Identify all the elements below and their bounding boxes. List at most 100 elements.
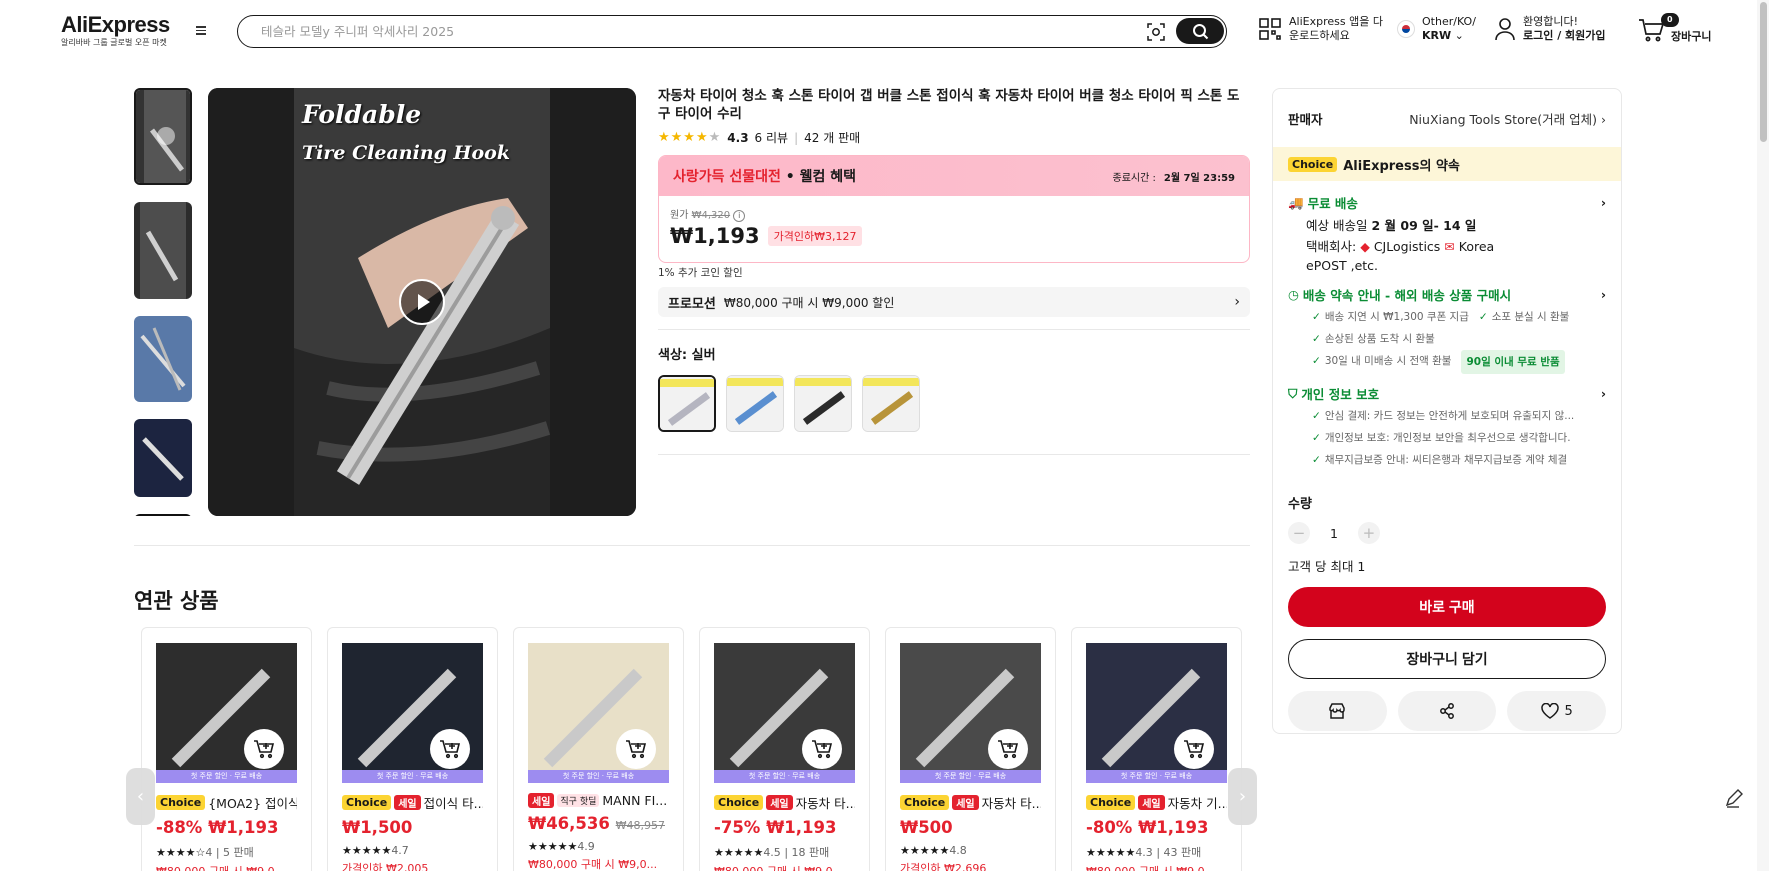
page-scrollbar[interactable]: [1757, 0, 1769, 871]
cart-link[interactable]: 0 장바구니: [1638, 13, 1711, 44]
thumbnail-5[interactable]: [134, 514, 192, 516]
add-to-cart-icon[interactable]: [430, 729, 470, 769]
deal-badge: 직구 핫딜: [557, 794, 600, 807]
product-price: ₩1,193: [766, 818, 837, 837]
carousel-prev-button[interactable]: ‹: [126, 768, 155, 825]
product-stars: ★★★★★: [900, 844, 950, 857]
shipping-title: 무료 배송: [1307, 196, 1358, 211]
color-swatch-2[interactable]: [726, 375, 784, 432]
product-stars: ★★★★☆: [156, 846, 206, 859]
store-button[interactable]: [1288, 691, 1387, 731]
locale-line-1: Other/KO/: [1422, 15, 1476, 28]
product-title: 자동차 타이어 청소 훅 스톤 타이어 갭 버클 스톤 접이식 훅 자동차 타이…: [658, 88, 1240, 122]
cart-count-badge: 0: [1661, 13, 1679, 27]
seller-label: 판매자: [1288, 111, 1323, 127]
sale-badge: 세일: [766, 795, 793, 810]
product-card[interactable]: 첫 주문 할인 · 무료 배송 Choice 세일 접이식 타... ₩1,500 ★★…: [327, 627, 498, 871]
image-search-icon[interactable]: [1146, 22, 1166, 42]
product-name-row: Choice 세일 자동차 기...: [1086, 793, 1227, 812]
product-strip: 첫 주문 할인 · 무료 배송: [528, 770, 669, 783]
shipping-section[interactable]: 🚚 무료 배송 › 예상 배송일 2 월 09 일- 14 일 택배회사: ◆ CJ…: [1273, 193, 1621, 275]
promotion-row[interactable]: 프로모션 ₩80,000 구매 시 ₩9,000 할인 ›: [658, 287, 1250, 317]
promo-brand: 사랑가득 선물대전: [673, 169, 781, 185]
product-thumbnail[interactable]: 첫 주문 할인 · 무료 배송: [1086, 643, 1227, 783]
swatch-image: [660, 377, 714, 430]
privacy-3: 채무지급보증 안내: 씨티은행과 채무지급보증 계약 체결: [1324, 454, 1568, 466]
product-card[interactable]: 첫 주문 할인 · 무료 배송 Choice{MOA2} 접이식... -88% ₩…: [141, 627, 312, 871]
thumbnail-3[interactable]: [134, 316, 192, 402]
product-thumbnail[interactable]: 첫 주문 할인 · 무료 배송: [156, 643, 297, 783]
color-swatch-4[interactable]: [862, 375, 920, 432]
product-original-price: ₩48,957: [615, 819, 665, 832]
coin-discount-note: 1% 추가 코인 할인: [658, 267, 743, 279]
chevron-right-icon: ›: [1238, 786, 1247, 807]
wishlist-button[interactable]: 5: [1507, 691, 1607, 731]
add-to-cart-button[interactable]: 장바구니 담기: [1288, 639, 1606, 679]
guarantee-2: 소포 분실 시 환불: [1491, 311, 1570, 323]
add-to-cart-icon[interactable]: [988, 729, 1028, 769]
product-name: 자동차 기...: [1167, 796, 1227, 811]
aliexpress-logo[interactable]: AliExpress 알리바바 그룹 글로벌 오픈 마켓: [61, 12, 170, 48]
product-price-row: ₩500: [900, 818, 1041, 837]
sold-count: 42 개 판매: [804, 131, 861, 145]
decrement-button[interactable]: −: [1288, 522, 1310, 544]
product-rating: 4.9: [577, 840, 595, 853]
edit-icon[interactable]: [1719, 785, 1747, 813]
max-quantity-note: 고객 당 최대 1: [1288, 559, 1366, 574]
logo-text: AliExpress: [61, 12, 170, 37]
play-button[interactable]: [399, 279, 445, 325]
search-input[interactable]: [261, 24, 1111, 39]
product-card[interactable]: 첫 주문 할인 · 무료 배송 Choice 세일 자동차 타... -75% ₩1,1…: [699, 627, 870, 871]
share-button[interactable]: [1397, 691, 1497, 731]
color-swatch-3[interactable]: [794, 375, 852, 432]
review-count[interactable]: 6 리뷰: [755, 129, 789, 146]
share-icon: [1440, 703, 1454, 719]
product-thumbnail[interactable]: 첫 주문 할인 · 무료 배송: [528, 643, 669, 783]
add-to-cart-icon[interactable]: [802, 729, 842, 769]
product-card[interactable]: 첫 주문 할인 · 무료 배송 세일 직구 핫딜 MANN FI... ₩46,536 …: [513, 627, 684, 871]
app-line-2: 운로드하세요: [1289, 29, 1350, 42]
product-thumbnail[interactable]: 첫 주문 할인 · 무료 배송: [714, 643, 855, 783]
product-stars: ★★★★★: [528, 840, 578, 853]
product-card[interactable]: 첫 주문 할인 · 무료 배송 Choice 세일 자동차 기... -80% ₩1,1…: [1071, 627, 1242, 871]
account-menu[interactable]: 환영합니다! 로그인 / 회원가입: [1494, 15, 1606, 43]
seller-row[interactable]: 판매자 NiuXiang Tools Store(거래 업체) ›: [1273, 89, 1621, 147]
info-icon[interactable]: i: [733, 210, 746, 222]
guarantee-1: 배송 지연 시 ₩1,300 쿠폰 지급: [1324, 311, 1469, 323]
product-thumbnail[interactable]: 첫 주문 할인 · 무료 배송: [342, 643, 483, 783]
search-button[interactable]: [1176, 18, 1224, 44]
product-stars: ★★★★★: [342, 844, 392, 857]
locale-selector[interactable]: Other/KO/KRW ⌄: [1397, 15, 1476, 43]
thumbnail-1[interactable]: [134, 88, 192, 185]
sale-badge: 세일: [1138, 795, 1165, 810]
privacy-section[interactable]: ⛉ 개인 정보 보호 › ✓ 안심 결제: 카드 정보는 안전하게 보호되며 유출되지…: [1273, 384, 1621, 471]
add-to-cart-icon[interactable]: [1174, 729, 1214, 769]
product-thumbnail[interactable]: 첫 주문 할인 · 무료 배송: [900, 643, 1041, 783]
scrollbar-thumb[interactable]: [1760, 2, 1767, 142]
increment-button[interactable]: +: [1357, 522, 1380, 544]
login-link[interactable]: 로그인 / 회원가입: [1523, 29, 1606, 42]
thumbnail-2[interactable]: [134, 202, 192, 299]
buy-now-button[interactable]: 바로 구매: [1288, 587, 1606, 627]
hamburger-menu-icon[interactable]: [193, 24, 209, 38]
add-to-cart-icon[interactable]: [616, 729, 656, 769]
thumbnail-image: [134, 202, 192, 299]
download-app-link[interactable]: AliExpress 앱을 다 운로드하세요: [1258, 15, 1383, 43]
product-price-row: ₩1,500: [342, 818, 483, 837]
color-swatch-1[interactable]: [658, 375, 716, 432]
product-name-row: 세일 직구 핫딜 MANN FI...: [528, 793, 669, 808]
thumbnail-4[interactable]: [134, 419, 192, 497]
add-to-cart-icon[interactable]: [244, 729, 284, 769]
search-icon: [1192, 23, 1208, 39]
main-product-video[interactable]: Foldable Tire Cleaning Hook: [208, 88, 636, 516]
carousel-next-button[interactable]: ›: [1228, 768, 1257, 825]
choice-badge: Choice: [1288, 156, 1338, 172]
promo-suffix: • 웰컴 혜택: [785, 169, 857, 185]
product-sold: | 18 판매: [784, 846, 830, 859]
product-strip: 첫 주문 할인 · 무료 배송: [1086, 770, 1227, 783]
product-rating-row: ★★★★★4.7: [342, 844, 483, 857]
promo-banner: 사랑가득 선물대전 • 웰컴 혜택 종료시간 : 2월 7일 23:59: [659, 156, 1249, 196]
product-card[interactable]: 첫 주문 할인 · 무료 배송 Choice 세일 자동차 타... ₩500 ★★★★…: [885, 627, 1056, 871]
quantity-value[interactable]: 1: [1330, 526, 1338, 541]
delivery-guarantee-section[interactable]: ◷ 배송 약속 안내 - 해외 배송 상품 구매시 › ✓ 배송 지연 시 ₩1,30…: [1273, 285, 1621, 374]
